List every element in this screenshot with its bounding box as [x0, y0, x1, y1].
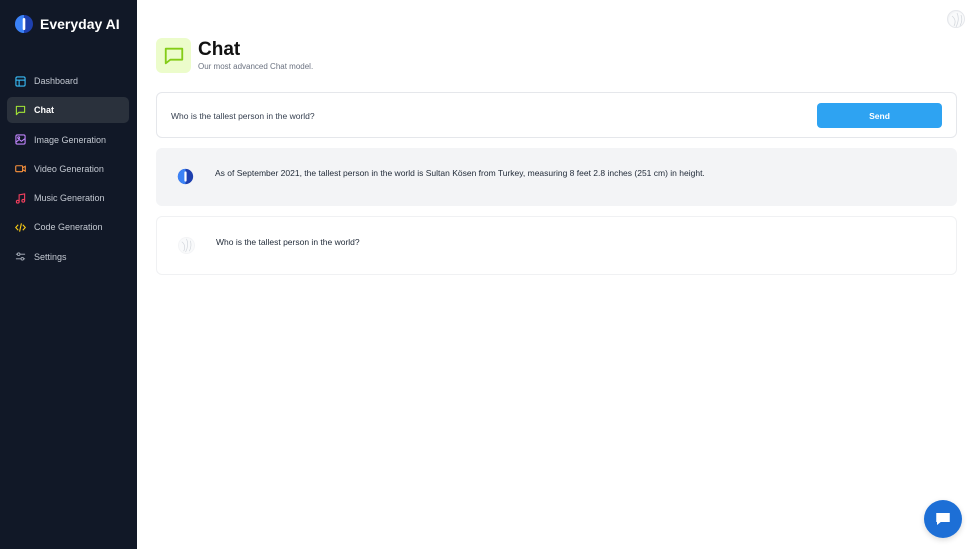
sidebar-item-video-generation[interactable]: Video Generation: [7, 156, 129, 182]
sidebar-item-chat[interactable]: Chat: [7, 97, 129, 124]
layout-icon: [15, 75, 26, 87]
chat-icon: [15, 105, 26, 116]
brand-name: Everyday AI: [40, 16, 120, 32]
sidebar-item-label: Code Generation: [34, 222, 103, 233]
assistant-message: As of September 2021, the tallest person…: [156, 148, 957, 206]
page-subtitle: Our most advanced Chat model.: [198, 62, 314, 71]
sidebar-item-label: Image Generation: [34, 134, 107, 145]
user-avatar-icon: [178, 237, 195, 254]
brand[interactable]: Everyday AI: [14, 13, 120, 35]
sidebar-item-settings[interactable]: Settings: [7, 244, 129, 270]
send-button[interactable]: Send: [817, 103, 942, 128]
sidebar-item-label: Chat: [34, 105, 54, 116]
sidebar-item-music-generation[interactable]: Music Generation: [7, 185, 129, 211]
sidebar-item-dashboard[interactable]: Dashboard: [7, 68, 129, 94]
prompt-bar: Send: [156, 92, 957, 138]
chat-bubble-icon: [936, 513, 950, 525]
image-icon: [15, 134, 26, 145]
message-text: Who is the tallest person in the world?: [216, 237, 360, 247]
page-title: Chat: [198, 39, 241, 60]
user-message: Who is the tallest person in the world?: [156, 216, 957, 275]
code-icon: [15, 222, 26, 233]
settings-icon: [15, 251, 26, 262]
everyday-ai-logo-icon: [15, 15, 33, 33]
chat-icon: [164, 47, 183, 64]
sidebar-item-label: Music Generation: [34, 193, 105, 204]
music-icon: [15, 192, 26, 204]
prompt-input[interactable]: [171, 107, 771, 125]
everyday-ai-logo-icon: [177, 168, 194, 185]
chat-header-icon-box: [156, 38, 191, 73]
chat-support-button[interactable]: [924, 500, 962, 538]
sidebar: Everyday AI Dashboard Chat Image Generat…: [0, 0, 137, 549]
sidebar-item-label: Video Generation: [34, 163, 104, 174]
sidebar-item-code-generation[interactable]: Code Generation: [7, 214, 129, 240]
video-icon: [15, 163, 26, 174]
sidebar-item-label: Settings: [34, 251, 67, 262]
sidebar-nav: Dashboard Chat Image Generation Video Ge…: [7, 68, 129, 273]
sidebar-item-image-generation[interactable]: Image Generation: [7, 127, 129, 153]
user-avatar-icon[interactable]: [947, 10, 965, 28]
message-text: As of September 2021, the tallest person…: [215, 168, 705, 178]
sidebar-item-label: Dashboard: [34, 76, 79, 86]
